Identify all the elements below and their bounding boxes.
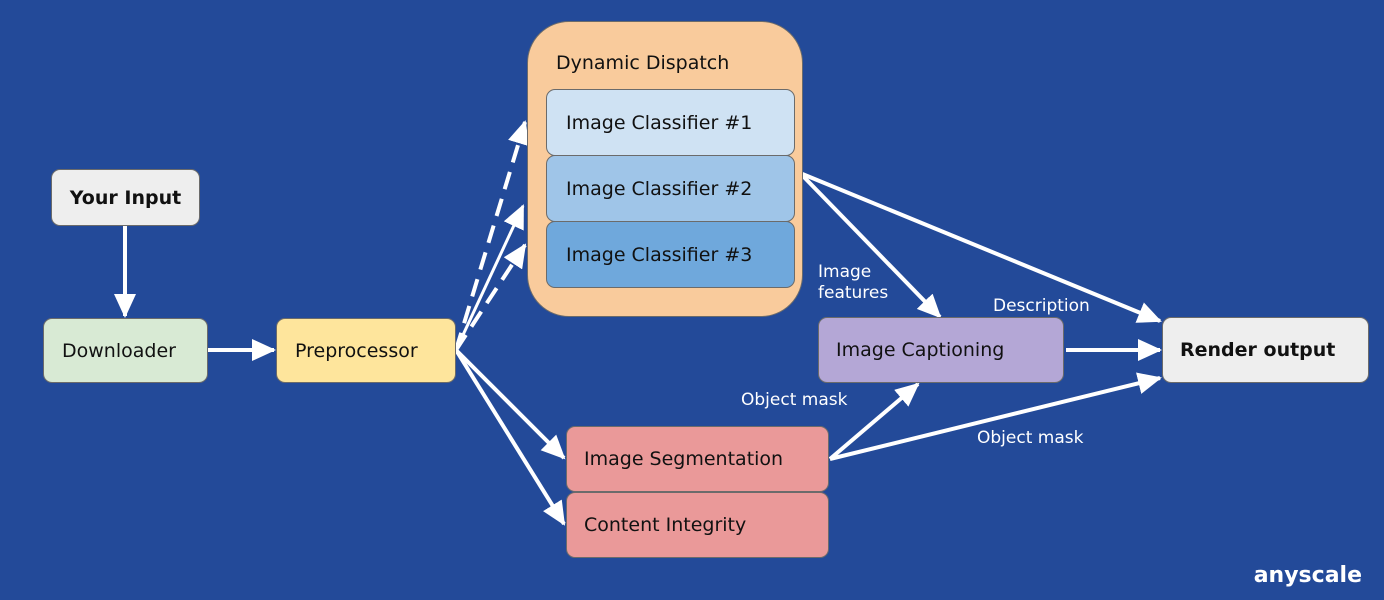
image-classifier-3-node[interactable]: Image Classifier #3 bbox=[546, 221, 795, 288]
downloader-node[interactable]: Downloader bbox=[43, 318, 208, 383]
dynamic-dispatch-label: Dynamic Dispatch bbox=[556, 52, 730, 74]
edge-preprocessor-to-dispatch-dashed-2 bbox=[454, 243, 527, 352]
image-captioning-label: Image Captioning bbox=[836, 339, 1005, 361]
image-segmentation-label: Image Segmentation bbox=[584, 448, 784, 470]
preprocessor-label: Preprocessor bbox=[295, 339, 418, 362]
your-input-label: Your Input bbox=[69, 186, 182, 209]
description-edge-label: Description bbox=[993, 296, 1090, 316]
image-classifier-2-node[interactable]: Image Classifier #2 bbox=[546, 155, 795, 222]
edge-preprocessor-to-integrity bbox=[454, 348, 566, 526]
your-input-node[interactable]: Your Input bbox=[51, 169, 200, 226]
edge-preprocessor-to-segmentation bbox=[454, 348, 566, 460]
image-classifier-2-label: Image Classifier #2 bbox=[566, 177, 753, 200]
edge-preprocessor-to-dispatch-dashed-1 bbox=[454, 120, 530, 351]
downloader-label: Downloader bbox=[62, 339, 176, 362]
image-features-line1: Image bbox=[818, 262, 872, 282]
edge-preprocessor-to-dispatch-solid bbox=[454, 204, 525, 351]
anyscale-logo: anyscale bbox=[1253, 563, 1362, 588]
image-classifier-1-node[interactable]: Image Classifier #1 bbox=[546, 89, 795, 156]
image-features-edge-label: Image features bbox=[818, 262, 888, 305]
image-segmentation-node[interactable]: Image Segmentation bbox=[566, 426, 829, 492]
object-mask-render-edge-label: Object mask bbox=[977, 428, 1084, 448]
object-mask-captioning-edge-label: Object mask bbox=[741, 390, 848, 410]
render-output-node[interactable]: Render output bbox=[1162, 317, 1369, 383]
image-features-line2: features bbox=[818, 283, 889, 304]
render-output-label: Render output bbox=[1180, 339, 1336, 361]
content-integrity-label: Content Integrity bbox=[584, 514, 747, 536]
preprocessor-node[interactable]: Preprocessor bbox=[276, 318, 456, 383]
image-classifier-3-label: Image Classifier #3 bbox=[566, 243, 753, 266]
content-integrity-node[interactable]: Content Integrity bbox=[566, 492, 829, 558]
image-classifier-1-label: Image Classifier #1 bbox=[566, 111, 753, 134]
image-captioning-node[interactable]: Image Captioning bbox=[818, 317, 1064, 383]
